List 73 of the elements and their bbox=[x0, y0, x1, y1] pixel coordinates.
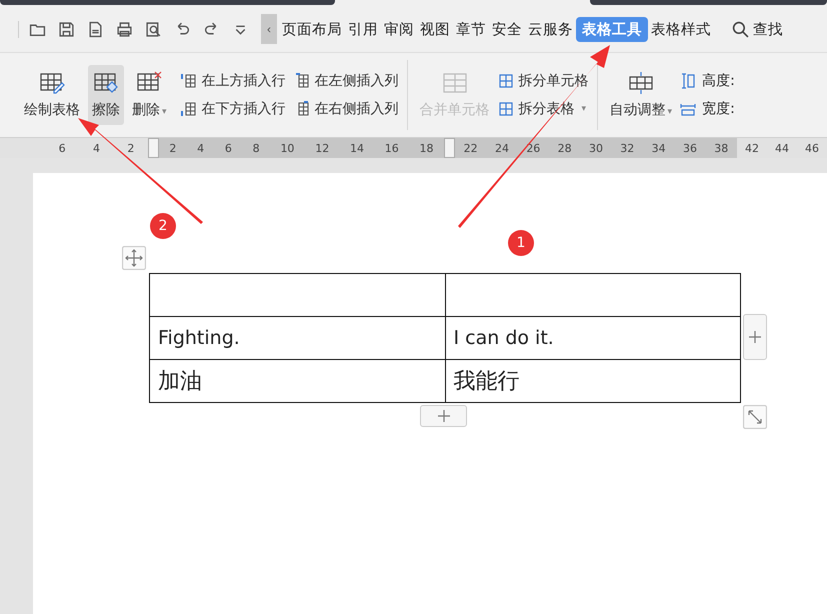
table-cell: Fighting. bbox=[150, 316, 445, 360]
column-width-icon bbox=[680, 101, 696, 117]
plus-icon bbox=[749, 331, 761, 343]
ribbon-button[interactable]: 擦除 bbox=[88, 65, 124, 125]
search-label[interactable]: 查找 bbox=[753, 20, 783, 38]
menu-tab[interactable]: 章节 bbox=[453, 16, 489, 42]
merge-cells-icon bbox=[440, 71, 469, 95]
autofit-icon bbox=[626, 71, 655, 95]
menu-tab[interactable]: 表格样式 bbox=[648, 16, 714, 42]
ruler-number: 18 bbox=[420, 142, 434, 154]
ruler-number: 6 bbox=[58, 142, 66, 154]
insert-row-above-icon bbox=[180, 73, 197, 89]
menu-tab[interactable]: 安全 bbox=[489, 16, 525, 42]
ruler-number: 46 bbox=[805, 142, 819, 154]
print-icon[interactable] bbox=[116, 20, 133, 38]
ruler-number: 14 bbox=[350, 142, 364, 154]
ruler-number: 6 bbox=[224, 142, 232, 154]
ruler-number: 10 bbox=[280, 142, 294, 154]
ribbon-button[interactable]: 在右侧插入列 bbox=[294, 100, 399, 118]
ruler-number: 2 bbox=[169, 142, 176, 154]
ruler-number: 26 bbox=[526, 142, 540, 154]
ruler-number: 36 bbox=[682, 142, 697, 154]
ribbon-button[interactable]: 在下方插入行 bbox=[180, 100, 286, 118]
ruler-number: 16 bbox=[384, 142, 399, 154]
ruler-number: 28 bbox=[558, 142, 572, 154]
search-icon[interactable] bbox=[732, 20, 749, 38]
ruler-number: 30 bbox=[588, 142, 603, 154]
insert-row-below-icon bbox=[180, 101, 197, 117]
plus-icon bbox=[438, 410, 450, 422]
preview-icon[interactable] bbox=[145, 20, 162, 38]
size-label: 高度: bbox=[702, 72, 735, 90]
split-cells-icon bbox=[498, 73, 514, 89]
pdf-icon[interactable] bbox=[87, 20, 104, 38]
draw-table-icon bbox=[38, 71, 66, 95]
move-handle-icon[interactable] bbox=[122, 246, 146, 270]
ribbon-button[interactable]: 拆分单元格 bbox=[498, 72, 589, 90]
resize-handle-icon[interactable] bbox=[743, 405, 767, 429]
ruler-number: 24 bbox=[494, 142, 509, 154]
add-column-button[interactable] bbox=[743, 314, 767, 360]
ruler-number: 22 bbox=[464, 142, 478, 154]
menu-tab[interactable]: 视图 bbox=[417, 16, 453, 42]
add-row-button[interactable] bbox=[420, 405, 467, 427]
ribbon-button[interactable]: 在上方插入行 bbox=[180, 72, 286, 90]
ruler-number: 4 bbox=[197, 142, 204, 154]
menu-tab[interactable]: 审阅 bbox=[381, 16, 417, 42]
eraser-icon bbox=[92, 71, 120, 95]
menu-tab[interactable]: 页面布局 bbox=[279, 16, 345, 42]
autofit-button[interactable]: 自动调整▾ bbox=[606, 65, 676, 125]
insert-column-left-icon bbox=[294, 73, 310, 89]
ruler-number: 44 bbox=[775, 142, 789, 154]
ruler-number: 12 bbox=[315, 142, 330, 154]
table-cell: I can do it. bbox=[445, 316, 740, 360]
menu-tab[interactable]: 引用 bbox=[345, 16, 381, 42]
ruler-number: 4 bbox=[92, 142, 100, 154]
indent-marker[interactable] bbox=[444, 138, 455, 158]
split-table-icon bbox=[498, 101, 514, 117]
ribbon-button[interactable]: 删除▾ bbox=[128, 65, 171, 125]
save-icon[interactable] bbox=[58, 20, 75, 38]
row-height-icon bbox=[680, 73, 696, 89]
ruler-number: 42 bbox=[745, 142, 759, 154]
ruler-number: 8 bbox=[252, 142, 260, 154]
ribbon-button[interactable]: 在左侧插入列 bbox=[294, 72, 399, 90]
table-cell: 加油 bbox=[150, 360, 445, 402]
ruler-number: 38 bbox=[714, 142, 728, 154]
scroll-left-button[interactable]: ‹ bbox=[261, 14, 277, 44]
menu-tab[interactable]: 云服务 bbox=[525, 16, 576, 42]
ruler-number: 32 bbox=[620, 142, 634, 154]
ruler-number: 34 bbox=[652, 142, 666, 154]
indent-marker[interactable] bbox=[148, 138, 159, 158]
table-cell: 我能行 bbox=[445, 360, 740, 402]
ruler-number: 2 bbox=[127, 142, 134, 154]
ribbon-button[interactable]: 绘制表格 bbox=[20, 65, 84, 125]
size-label: 宽度: bbox=[702, 100, 735, 118]
